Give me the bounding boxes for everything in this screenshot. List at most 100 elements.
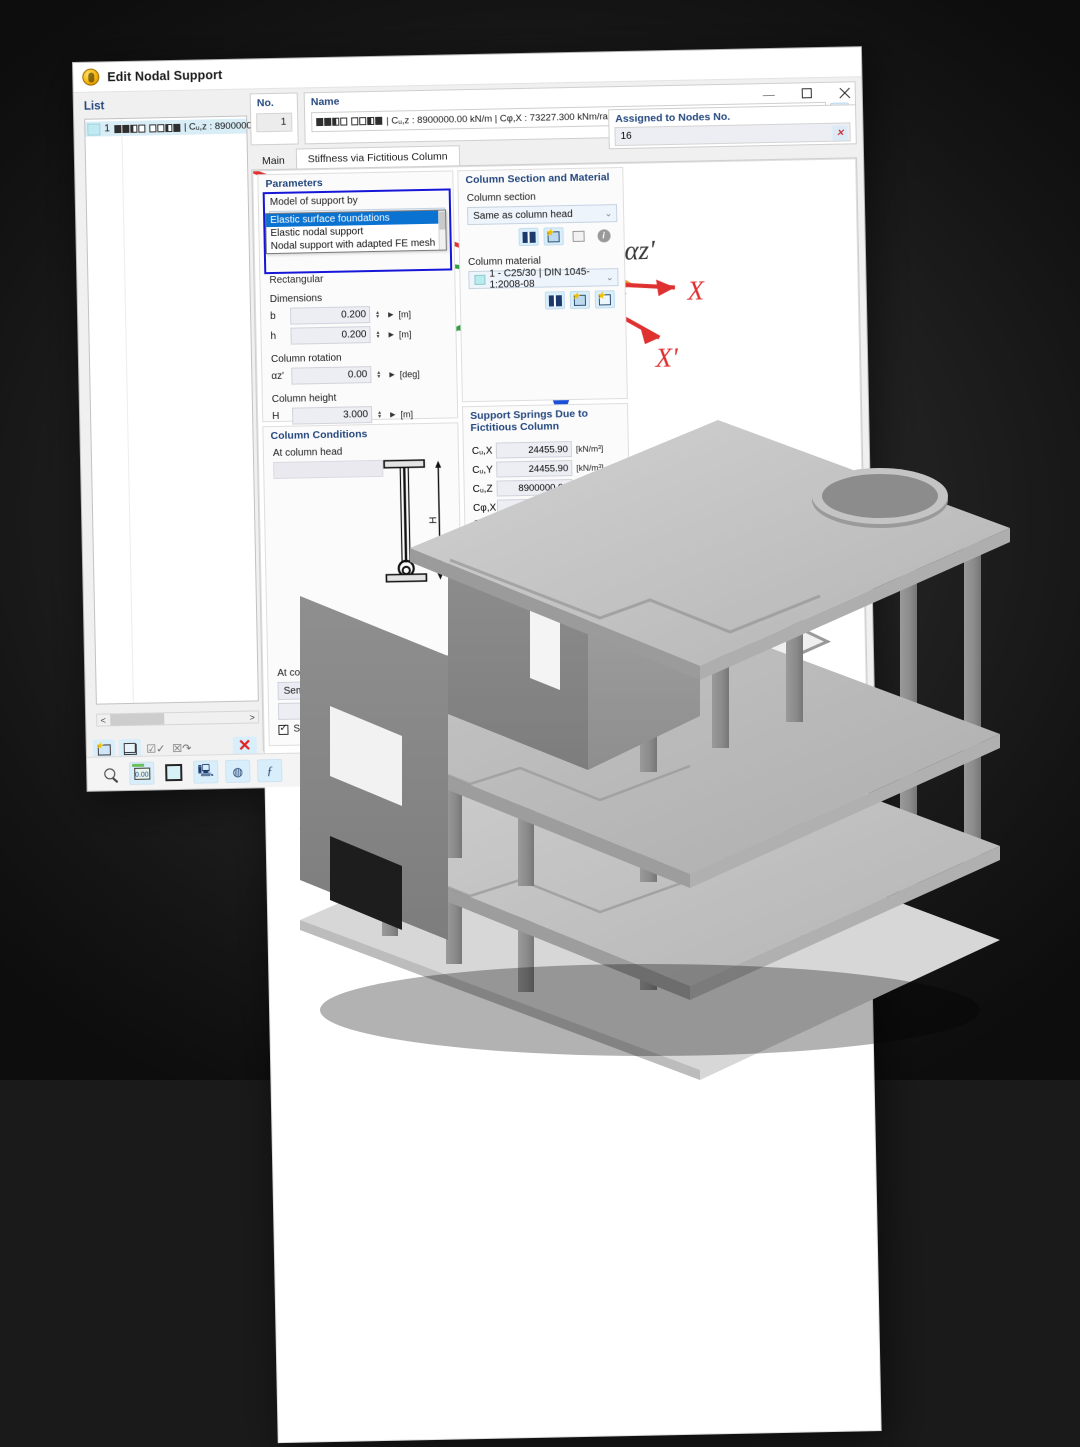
spring-row-cuy: Cᵤ,Y 24455.90 [kN/m³] <box>472 459 622 478</box>
column-section-icon-row: ★ i <box>467 226 617 247</box>
column-section-label: Column section <box>466 191 536 205</box>
minimize-button[interactable] <box>760 86 778 104</box>
column-height-input[interactable]: 3.000 <box>291 406 373 425</box>
column-material-value: 1 - C25/30 | DIN 1045-1:2008-08 <box>489 266 590 291</box>
name-support-glyphs-1 <box>316 117 348 127</box>
shear-stiffness-checkbox[interactable]: Shear stiffness <box>278 722 398 735</box>
no-caption: No. <box>256 96 274 110</box>
dialog-content: No. 1 Name | Cᵤ,z : 8900000.00 kN/m | Cφ… <box>249 81 882 1444</box>
column-rotation-symbol: αz' <box>271 370 285 383</box>
at-column-base-label: At column base <box>277 666 347 680</box>
dimension-h-more[interactable]: ▶ <box>388 330 394 338</box>
scroll-left-arrow[interactable]: < <box>97 715 109 725</box>
column-material-select[interactable]: 1 - C25/30 | DIN 1045-1:2008-08 ⌄ <box>468 266 619 291</box>
column-height-more[interactable]: ▶ <box>390 410 396 418</box>
list-horizontal-scrollbar[interactable]: < > <box>96 710 260 727</box>
shear-stiffness-box <box>278 724 289 735</box>
at-column-head-label: At column head <box>272 446 343 460</box>
list-item[interactable]: 1 | Cᵤ,z : 8900000.00 <box>85 118 265 137</box>
svg-text:H: H <box>428 516 439 523</box>
spring-symbol-cphix: Cφ,X <box>472 502 497 514</box>
dimension-b-row: b 0.200 ▲ ▼ ▶ [m] <box>270 304 449 325</box>
material-color-swatch <box>474 274 486 285</box>
support-glyphs-1 <box>113 124 145 133</box>
no-value[interactable]: 1 <box>256 112 293 133</box>
view-icon[interactable]: ◍ <box>225 759 251 784</box>
obscured-shape-value: Rectangular <box>269 274 324 287</box>
spring-row-cux: Cᵤ,X 24455.90 [kN/m³] <box>472 440 622 459</box>
column-rotation-more[interactable]: ▶ <box>389 370 395 378</box>
spring-value-cuz[interactable]: 8900000.00 <box>496 479 573 497</box>
base-percent-more[interactable]: ▶ <box>358 706 364 714</box>
item-color-swatch <box>87 122 101 136</box>
scroll-right-arrow[interactable]: > <box>246 712 258 722</box>
edit-nodal-support-dialog: Edit Nodal Support List 1 | Cᵤ,z: 89000… <box>72 46 882 1444</box>
column-rotation-unit: [deg] <box>399 368 420 379</box>
column-rotation-input[interactable]: 0.00 <box>291 366 372 385</box>
numeric-icon[interactable]: 0.00 <box>129 761 155 785</box>
new-section-icon[interactable]: ★ <box>543 227 564 246</box>
list-item-number: 1 <box>104 123 111 135</box>
dimension-h-input[interactable]: 0.200 <box>290 326 371 345</box>
spring-symbol-cuy: Cᵤ,Y <box>472 464 493 476</box>
base-percent-input[interactable]: 50.00 <box>277 701 341 720</box>
spring-row-cphiy: Cφ,Y <box>473 516 623 530</box>
spring-value-cux[interactable]: 24455.90 <box>495 441 573 459</box>
spring-unit-cux: [kN/m³] <box>575 443 604 454</box>
model-of-support-dropdown[interactable]: Elastic surface foundations Elastic noda… <box>265 209 447 255</box>
pick-nodes-icon[interactable]: ✕ <box>832 125 848 141</box>
assigned-nodes-input[interactable]: 16 ✕ <box>614 122 851 147</box>
library-icon[interactable] <box>518 227 539 247</box>
name-support-glyphs-2 <box>351 116 383 126</box>
spring-unit-cuy: [kN/m³] <box>576 462 604 473</box>
list-caption: List <box>83 100 105 113</box>
material-library-icon[interactable] <box>544 291 566 310</box>
assigned-nodes-group: Assigned to Nodes No. 16 ✕ <box>608 104 857 150</box>
column-rotation-label: Column rotation <box>270 352 342 366</box>
spring-symbol-cuz: Cᵤ,Z <box>472 483 493 495</box>
spring-value-cphix[interactable]: 73227.30 <box>496 498 574 516</box>
tab-main[interactable]: Main <box>251 151 296 171</box>
display-icon[interactable]: 🖳 <box>193 760 219 784</box>
spring-unit-cphix: [kN/m] <box>576 500 602 511</box>
new-material-icon[interactable]: ★ <box>569 290 591 310</box>
nodal-support-icon <box>82 68 100 86</box>
edit-material-icon[interactable]: ★ <box>594 290 616 309</box>
dropdown-scrollbar[interactable] <box>438 210 446 250</box>
dimension-h-unit: [m] <box>398 328 412 339</box>
section-chevron-down-icon: ⌄ <box>604 207 613 218</box>
parameters-pane: Parameters Rectangular Model of support … <box>257 170 459 425</box>
dimension-h-stepper[interactable]: ▲ ▼ <box>375 329 383 339</box>
close-button[interactable] <box>836 84 854 102</box>
dimension-h-symbol: h <box>270 330 277 343</box>
at-column-base-select[interactable]: Semi-rigid ⌄ <box>277 679 384 700</box>
scroll-thumb[interactable] <box>110 713 165 726</box>
axis-label-alpha: αz' <box>624 235 656 266</box>
list-box[interactable]: 1 | Cᵤ,z : 8900000.00 <box>84 115 265 705</box>
column-rotation-stepper[interactable]: ▲ ▼ <box>376 369 384 379</box>
render-icon[interactable] <box>161 761 186 784</box>
dimension-b-symbol: b <box>270 310 276 323</box>
dimension-b-more[interactable]: ▶ <box>388 310 394 318</box>
axis-label-x: X <box>686 275 706 305</box>
dimension-b-stepper[interactable]: ▲ ▼ <box>375 309 383 319</box>
dropdown-option-2[interactable]: Nodal support with adapted FE mesh <box>267 237 446 254</box>
at-column-head-select[interactable] <box>273 459 384 480</box>
column-height-stepper[interactable]: ▲ ▼ <box>377 409 385 419</box>
support-springs-caption: Support Springs Due to Fictitious Column <box>470 407 589 435</box>
maximize-button[interactable] <box>798 85 816 103</box>
base-percent-row: 50.00 ▲ ▼ ▶ [%] <box>277 701 398 720</box>
function-icon[interactable]: ƒ <box>257 758 283 783</box>
window-controls <box>760 84 854 104</box>
parameters-caption: Parameters <box>265 176 323 191</box>
dimension-b-unit: [m] <box>398 308 412 319</box>
base-percent-unit: [%] <box>368 704 382 715</box>
zoom-icon[interactable] <box>97 762 122 785</box>
column-section-select[interactable]: Same as column head ⌄ <box>466 204 618 226</box>
at-column-base-value: Semi-rigid <box>283 684 329 697</box>
dimension-b-input[interactable]: 0.200 <box>289 306 371 325</box>
dialog-title: Edit Nodal Support <box>107 67 223 84</box>
spring-value-cuy[interactable]: 24455.90 <box>496 460 573 478</box>
base-percent-stepper[interactable]: ▲ ▼ <box>345 705 353 715</box>
info-icon: i <box>593 226 613 244</box>
